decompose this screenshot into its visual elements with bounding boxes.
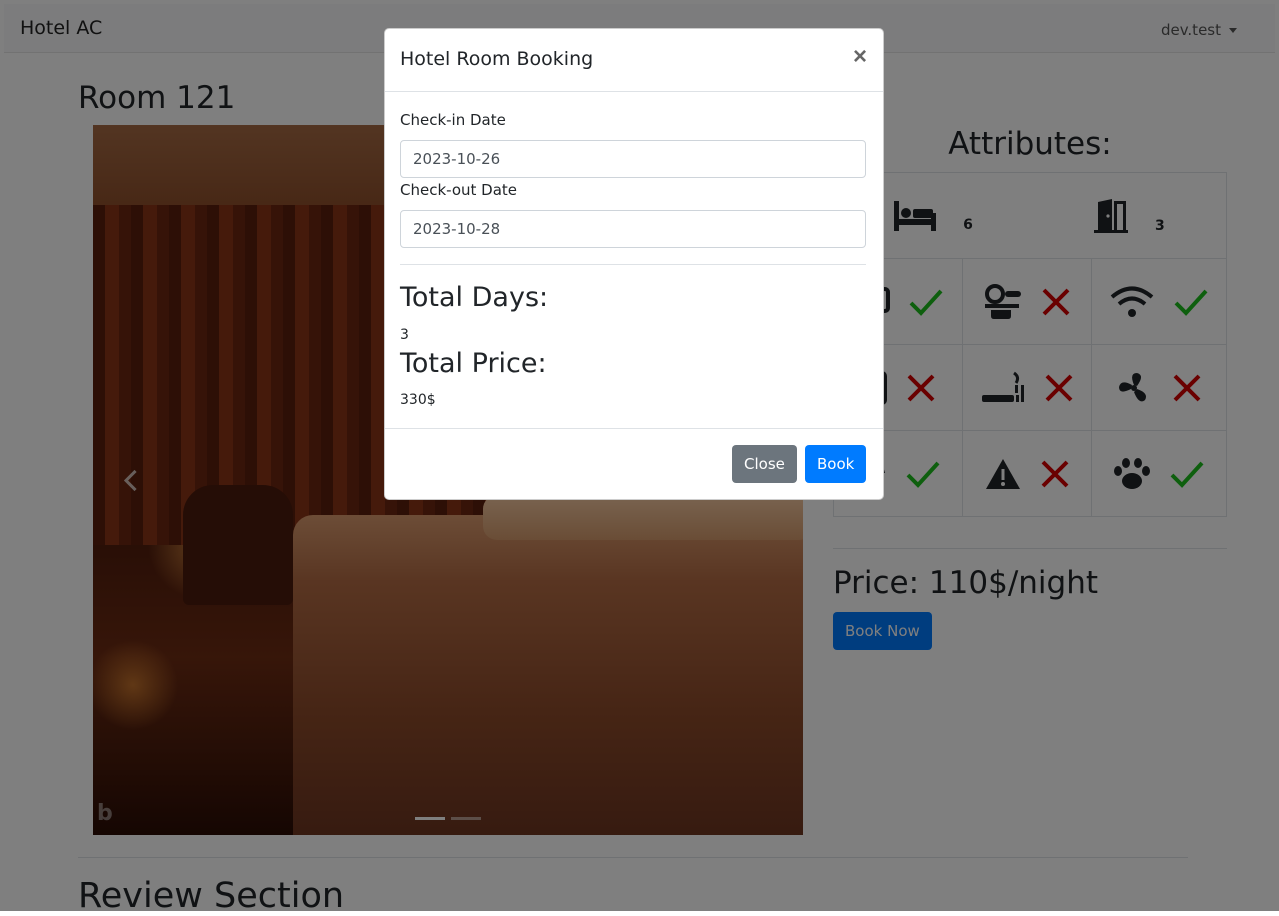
modal-header: Hotel Room Booking ×: [385, 29, 883, 92]
booking-modal: Hotel Room Booking × Check-in Date Check…: [384, 28, 884, 500]
total-price-label: Total Price:: [400, 348, 547, 379]
modal-title: Hotel Room Booking: [400, 48, 594, 70]
close-icon[interactable]: ×: [853, 45, 867, 69]
checkout-label: Check-out Date: [400, 181, 518, 199]
checkout-date-input[interactable]: [400, 210, 866, 248]
total-price-value: 330$: [400, 392, 436, 408]
checkin-date-input[interactable]: [400, 140, 866, 178]
checkin-label: Check-in Date: [400, 111, 506, 129]
close-button[interactable]: Close: [732, 445, 797, 483]
total-days-value: 3: [400, 327, 409, 343]
divider: [400, 264, 866, 265]
total-days-label: Total Days:: [400, 282, 549, 313]
book-button[interactable]: Book: [805, 445, 867, 483]
modal-footer-divider: [385, 428, 883, 429]
